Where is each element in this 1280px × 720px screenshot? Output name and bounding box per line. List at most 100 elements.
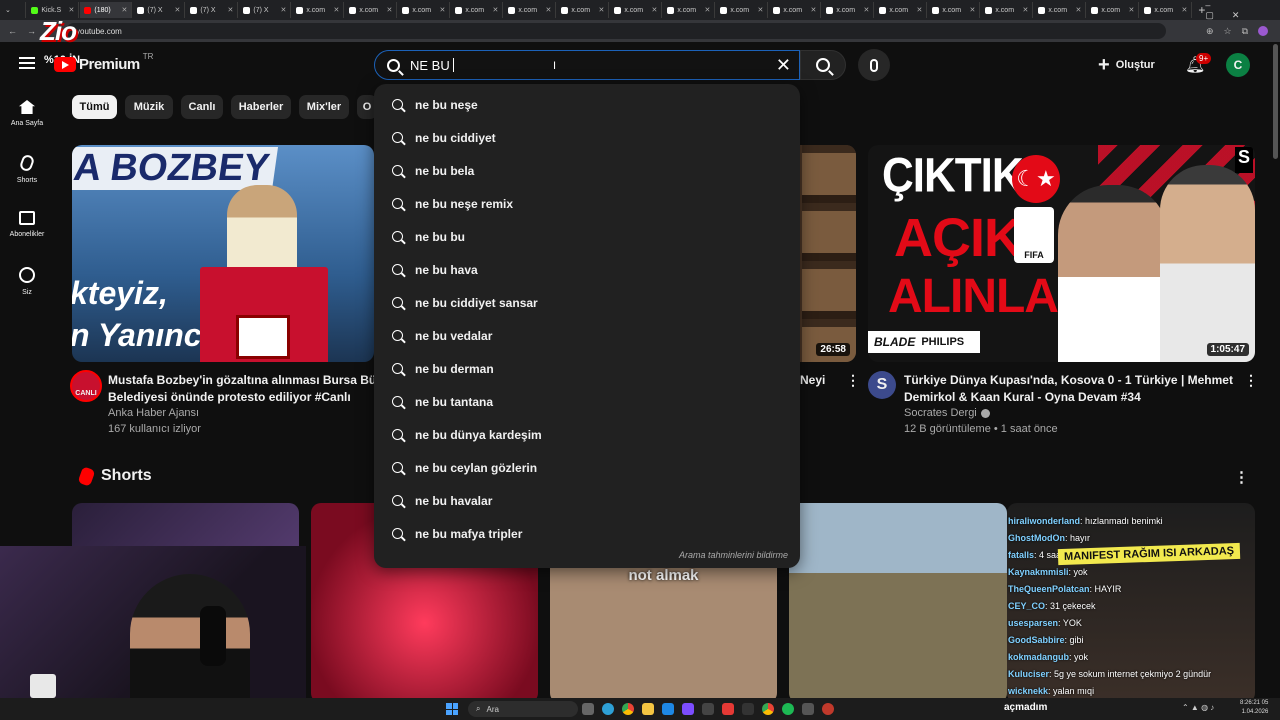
close-tab-icon[interactable]: ✕ <box>1022 6 1028 14</box>
video-thumbnail[interactable]: A BOZBEY kteyiz, n Yanınc <box>72 145 374 362</box>
taskbar-search[interactable]: ⌕ Ara <box>468 701 578 717</box>
close-tab-icon[interactable]: ✕ <box>386 6 392 14</box>
browser-tab[interactable]: (7) X ✕ <box>186 2 239 18</box>
browser-tab[interactable]: x.com ✕ <box>1140 2 1193 18</box>
browser-tab[interactable]: ⌄ <box>1 2 27 18</box>
browser-tab[interactable]: x.com ✕ <box>875 2 928 18</box>
close-tab-icon[interactable]: ✕ <box>916 6 922 14</box>
close-tab-icon[interactable]: ✕ <box>1075 6 1081 14</box>
search-suggestion[interactable]: ne bu derman <box>374 352 800 385</box>
close-tab-icon[interactable]: ✕ <box>439 6 445 14</box>
browser-tab[interactable]: x.com ✕ <box>292 2 345 18</box>
browser-tab[interactable]: x.com ✕ <box>610 2 663 18</box>
browser-tab[interactable]: (180) ✕ <box>80 2 133 18</box>
chip-live[interactable]: Canlı <box>181 95 223 119</box>
search-suggestion[interactable]: ne bu hava <box>374 253 800 286</box>
app-icon[interactable] <box>702 703 714 715</box>
browser-tab[interactable]: x.com ✕ <box>928 2 981 18</box>
browser-tab[interactable]: x.com ✕ <box>1087 2 1140 18</box>
edge-icon[interactable] <box>602 703 614 715</box>
close-tab-icon[interactable]: ✕ <box>651 6 657 14</box>
report-predictions-link[interactable]: Arama tahminlerini bildirme <box>679 550 788 560</box>
sidebar-item-shorts[interactable]: Shorts <box>0 153 54 184</box>
tab-menu-icon[interactable]: ⌄ <box>5 6 11 14</box>
forward-icon[interactable]: → <box>27 26 36 36</box>
more-options-icon[interactable]: ⋮ <box>846 372 860 389</box>
close-tab-icon[interactable]: ✕ <box>227 6 233 14</box>
chrome-icon[interactable] <box>622 703 634 715</box>
taskview-icon[interactable] <box>582 703 594 715</box>
app-icon[interactable] <box>722 703 734 715</box>
youtube-premium-logo[interactable]: Premium TR <box>54 52 153 73</box>
close-tab-icon[interactable]: ✕ <box>333 6 339 14</box>
hamburger-menu-icon[interactable] <box>19 57 35 69</box>
browser-tab[interactable]: (7) X ✕ <box>133 2 186 18</box>
search-suggestion[interactable]: ne bu bu <box>374 220 800 253</box>
bookmark-star-icon[interactable]: ☆ <box>1223 26 1231 37</box>
browser-tab[interactable]: x.com ✕ <box>451 2 504 18</box>
close-tab-icon[interactable]: ✕ <box>174 6 180 14</box>
search-input[interactable]: NE BU <box>410 58 453 73</box>
clock[interactable]: 8:26:21 05 1.04.2026 <box>1240 699 1268 717</box>
close-tab-icon[interactable]: ✕ <box>598 6 604 14</box>
chip-music[interactable]: Müzik <box>125 95 173 119</box>
folder-icon[interactable] <box>642 703 654 715</box>
windows-start-icon[interactable] <box>446 703 458 715</box>
chrome-icon[interactable] <box>762 703 774 715</box>
close-tab-icon[interactable]: ✕ <box>1181 6 1187 14</box>
close-tab-icon[interactable]: ✕ <box>863 6 869 14</box>
search-suggestion[interactable]: ne bu neşe <box>374 88 800 121</box>
browser-tab[interactable]: x.com ✕ <box>716 2 769 18</box>
chip-all[interactable]: Tümü <box>72 95 117 119</box>
search-suggestion[interactable]: ne bu havalar <box>374 484 800 517</box>
avatar[interactable]: C <box>1226 53 1250 77</box>
video-title-fragment[interactable]: Neyi <box>800 372 825 389</box>
search-suggestion[interactable]: ne bu vedalar <box>374 319 800 352</box>
search-suggestion[interactable]: ne bu bela <box>374 154 800 187</box>
browser-tab[interactable]: x.com ✕ <box>981 2 1034 18</box>
chip-mixes[interactable]: Mix'ler <box>299 95 349 119</box>
tray-icons[interactable]: ⌃ ▲ ◍ ♪ <box>1182 703 1214 712</box>
close-tab-icon[interactable]: ✕ <box>757 6 763 14</box>
app-icon[interactable] <box>682 703 694 715</box>
search-suggestion[interactable]: ne bu ciddiyet <box>374 121 800 154</box>
window-controls[interactable]: –▢✕ <box>1205 0 1280 21</box>
profile-icon[interactable] <box>1258 25 1268 36</box>
spotify-icon[interactable] <box>782 703 794 715</box>
browser-tab[interactable]: x.com ✕ <box>822 2 875 18</box>
close-tab-icon[interactable]: ✕ <box>121 6 127 14</box>
browser-tab[interactable]: x.com ✕ <box>769 2 822 18</box>
new-tab-icon[interactable]: + <box>1198 3 1205 17</box>
search-suggestion[interactable]: ne bu tantana <box>374 385 800 418</box>
notifications-button[interactable]: 🔔︎ 9+ <box>1185 53 1212 75</box>
close-tab-icon[interactable]: ✕ <box>810 6 816 14</box>
back-icon[interactable]: ← <box>8 26 17 36</box>
close-tab-icon[interactable]: ✕ <box>1128 6 1134 14</box>
close-tab-icon[interactable]: ✕ <box>545 6 551 14</box>
close-tab-icon[interactable]: ✕ <box>969 6 975 14</box>
video-title[interactable]: Mustafa Bozbey'in gözaltına alınması Bur… <box>108 372 378 406</box>
close-tab-icon[interactable]: ✕ <box>280 6 286 14</box>
search-suggestion[interactable]: ne bu ceylan gözlerin <box>374 451 800 484</box>
search-box[interactable]: NE BU ✕ <box>374 50 800 80</box>
app-icon[interactable] <box>802 703 814 715</box>
video-thumbnail[interactable]: ÇIKTIK AÇIK ALINLA ☾★ FIFA BLADE PHILIPS… <box>868 145 1255 362</box>
channel-name[interactable]: Anka Haber Ajansı <box>108 405 199 421</box>
sidebar-item-you[interactable]: Siz <box>0 267 54 296</box>
search-suggestion[interactable]: ne bu dünya kardeşim <box>374 418 800 451</box>
search-suggestion[interactable]: ne bu ciddiyet sansar <box>374 286 800 319</box>
search-button[interactable] <box>800 50 846 80</box>
browser-tab[interactable]: x.com ✕ <box>663 2 716 18</box>
close-tab-icon[interactable]: ✕ <box>68 6 74 14</box>
create-button[interactable]: + Oluştur <box>1098 52 1170 78</box>
browser-tab[interactable]: x.com ✕ <box>557 2 610 18</box>
channel-name[interactable]: Socrates Dergi <box>904 405 990 421</box>
shorts-more-icon[interactable]: ⋮ <box>1234 468 1249 486</box>
app-icon[interactable] <box>822 703 834 715</box>
sidebar-item-subscriptions[interactable]: Abonelikler <box>0 211 54 238</box>
clear-search-icon[interactable]: ✕ <box>776 55 791 76</box>
more-options-icon[interactable]: ⋮ <box>1244 372 1258 389</box>
zoom-icon[interactable]: ⊕ <box>1206 26 1214 37</box>
browser-tab[interactable]: x.com ✕ <box>1034 2 1087 18</box>
address-bar[interactable]: youtube.com <box>66 23 1166 39</box>
